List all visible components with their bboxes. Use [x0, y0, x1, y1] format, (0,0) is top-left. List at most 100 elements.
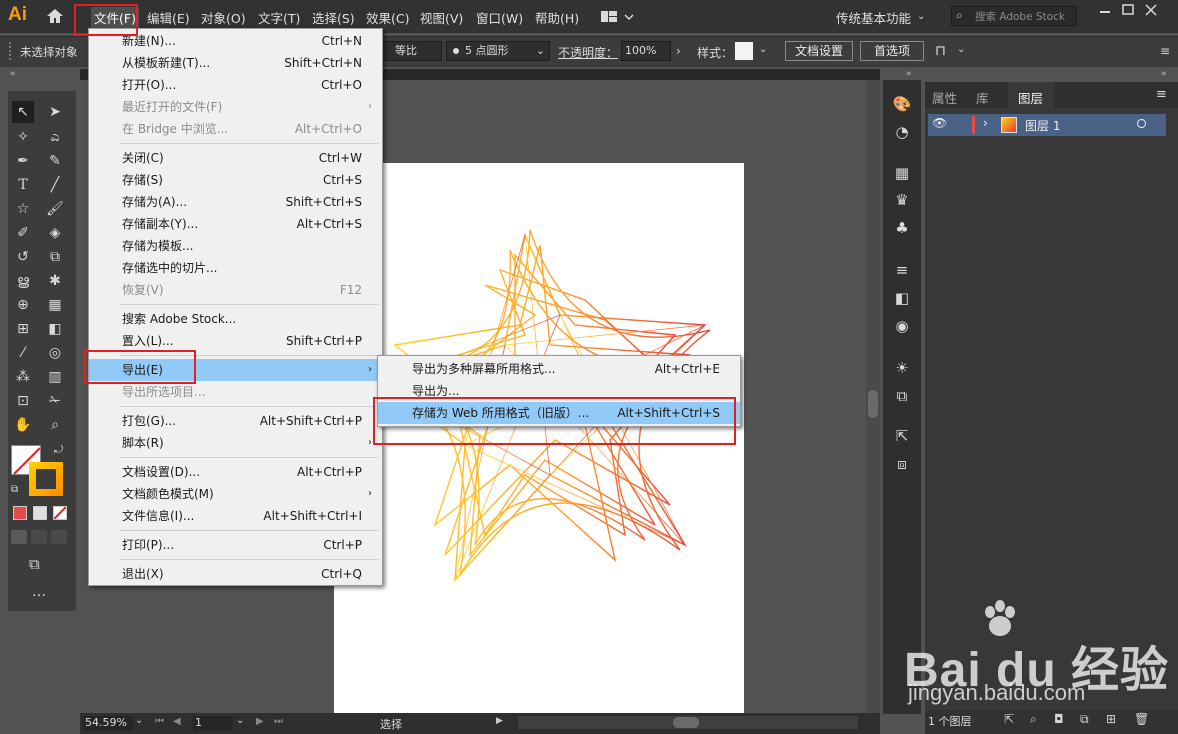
menu-help[interactable]: 帮助(H) — [535, 8, 579, 27]
menu-item-save-template[interactable]: 存储为模板... — [89, 235, 382, 257]
chevron-down-icon[interactable]: ⌄ — [135, 715, 143, 726]
collapse-panel-icon[interactable]: « — [1161, 69, 1167, 79]
target-circle-icon[interactable] — [1137, 119, 1146, 128]
menu-item-document-setup[interactable]: 文档设置(D)... Alt+Ctrl+P — [89, 461, 382, 483]
collapse-right-icon[interactable]: » — [906, 69, 912, 79]
layer-name[interactable]: 图层 1 — [1025, 117, 1060, 134]
symbols-icon[interactable]: ♣ — [892, 218, 912, 238]
menu-window[interactable]: 窗口(W) — [476, 8, 523, 27]
menu-item-export-selection[interactable]: 导出所选项目... — [89, 381, 382, 403]
warp-tool-icon[interactable]: ൠ — [12, 270, 34, 292]
chevron-down-icon[interactable]: ⌄ — [917, 11, 925, 22]
shape-builder-tool-icon[interactable]: ⊕ — [12, 294, 34, 316]
mesh-tool-icon[interactable]: ⊞ — [12, 318, 34, 340]
line-tool-icon[interactable]: ╱ — [44, 174, 66, 196]
menu-select[interactable]: 选择(S) — [312, 8, 355, 27]
menu-item-search-stock[interactable]: 搜索 Adobe Stock... — [89, 308, 382, 330]
pen-tool-icon[interactable]: ✒ — [12, 150, 34, 172]
perspective-grid-tool-icon[interactable]: ▦ — [44, 294, 66, 316]
menu-object[interactable]: 对象(O) — [201, 8, 246, 27]
more-tools-icon[interactable]: … — [32, 584, 46, 600]
draw-normal-icon[interactable] — [11, 530, 27, 544]
menu-item-print[interactable]: 打印(P)... Ctrl+P — [89, 534, 382, 556]
color-guide-icon[interactable]: ◔ — [892, 122, 912, 142]
stroke-scale-dropdown[interactable]: 等比 — [380, 41, 442, 61]
menu-view[interactable]: 视图(V) — [420, 8, 463, 27]
menu-item-save-slices[interactable]: 存储选中的切片... — [89, 257, 382, 279]
delete-layer-icon[interactable]: 🗑 — [1134, 712, 1149, 726]
menu-item-revert[interactable]: 恢复(V) F12 — [89, 279, 382, 301]
scale-tool-icon[interactable]: ⧉ — [44, 246, 66, 268]
zoom-tool-icon[interactable]: ⌕ — [44, 414, 66, 436]
blend-tool-icon[interactable]: ◎ — [44, 342, 66, 364]
new-sublayer-icon[interactable]: ⧉ — [1080, 712, 1089, 727]
menu-type[interactable]: 文字(T) — [258, 8, 300, 27]
first-artboard-icon[interactable]: ⏮ — [155, 716, 164, 727]
layer-row[interactable]: 👁 › 图层 1 — [928, 114, 1166, 136]
hand-tool-icon[interactable]: ✋ — [12, 414, 34, 436]
swap-fill-stroke-icon[interactable]: ⤾ — [54, 443, 63, 457]
close-button[interactable] — [1142, 2, 1160, 18]
menu-item-color-mode[interactable]: 文档颜色模式(M) › — [89, 483, 382, 505]
shaper-tool-icon[interactable]: ✐ — [12, 222, 34, 244]
last-artboard-icon[interactable]: ⏭ — [274, 716, 283, 727]
default-fill-stroke-icon[interactable]: ⧉ — [11, 484, 18, 495]
horizontal-scrollbar[interactable] — [518, 716, 858, 729]
puppet-warp-tool-icon[interactable]: ✱ — [44, 270, 66, 292]
menu-item-package[interactable]: 打包(G)... Alt+Shift+Ctrl+P — [89, 410, 382, 432]
minimize-button[interactable] — [1096, 2, 1114, 18]
none-mode-icon[interactable] — [53, 506, 67, 520]
maximize-button[interactable] — [1119, 2, 1137, 18]
transparency-panel-icon[interactable]: ◉ — [892, 316, 912, 336]
eraser-tool-icon[interactable]: ◈ — [44, 222, 66, 244]
menu-item-export-screens[interactable]: 导出为多种屏幕所用格式... Alt+Ctrl+E — [378, 358, 740, 380]
menu-item-file-info[interactable]: 文件信息(I)... Alt+Shift+Ctrl+I — [89, 505, 382, 527]
new-layer-icon[interactable]: ⊞ — [1106, 712, 1116, 726]
opacity-label[interactable]: 不透明度： — [558, 44, 618, 61]
status-menu-arrow-icon[interactable]: ▶ — [496, 716, 503, 726]
chevron-down-icon[interactable]: ⌄ — [236, 715, 244, 726]
zoom-input[interactable]: 54.59% — [83, 716, 133, 731]
tab-libraries[interactable]: 库 — [976, 88, 989, 107]
panel-menu-icon[interactable]: ≡ — [1156, 87, 1167, 102]
scroll-thumb[interactable] — [868, 390, 878, 418]
prev-artboard-icon[interactable]: ◀ — [173, 716, 181, 727]
align-icon[interactable]: ⊓ — [935, 43, 946, 59]
brush-dropdown[interactable]: 5 点圆形 ⌄ — [446, 41, 550, 61]
scroll-thumb[interactable] — [673, 717, 699, 728]
gradient-tool-icon[interactable]: ◧ — [44, 318, 66, 340]
slice-tool-icon[interactable]: ✁ — [44, 390, 66, 412]
column-graph-tool-icon[interactable]: ▥ — [44, 366, 66, 388]
symbol-sprayer-tool-icon[interactable]: ⁂ — [12, 366, 34, 388]
appearance-panel-icon[interactable]: ☀ — [892, 358, 912, 378]
menu-item-place[interactable]: 置入(L)... Shift+Ctrl+P — [89, 330, 382, 352]
direct-selection-tool-icon[interactable]: ➤ — [44, 101, 66, 123]
chevron-down-icon[interactable]: ⌄ — [957, 44, 965, 55]
selection-tool-icon[interactable]: ↖ — [12, 101, 34, 123]
expand-chevron-icon[interactable]: › — [983, 116, 988, 130]
draw-inside-icon[interactable] — [51, 530, 67, 544]
artboards-panel-icon[interactable]: ⧈ — [892, 454, 912, 474]
menu-edit[interactable]: 编辑(E) — [147, 8, 190, 27]
chevron-down-icon[interactable]: ⌄ — [759, 44, 767, 55]
rotate-tool-icon[interactable]: ↺ — [12, 246, 34, 268]
export-layer-icon[interactable]: ⇱ — [1004, 712, 1014, 726]
gradient-mode-icon[interactable] — [33, 506, 47, 520]
eyedropper-tool-icon[interactable]: ⁄ — [12, 342, 34, 364]
curvature-tool-icon[interactable]: ✎ — [44, 150, 66, 172]
home-icon[interactable] — [45, 7, 65, 25]
menu-item-new-from-template[interactable]: 从模板新建(T)... Shift+Ctrl+N — [89, 52, 382, 74]
tab-properties[interactable]: 属性 — [932, 88, 957, 107]
magic-wand-tool-icon[interactable]: ✧ — [12, 126, 34, 148]
document-setup-button[interactable]: 文档设置 — [785, 41, 853, 61]
lasso-tool-icon[interactable]: ಎ — [44, 126, 66, 148]
stroke-panel-icon[interactable]: ≡ — [892, 260, 912, 280]
type-tool-icon[interactable]: T — [12, 174, 34, 196]
star-tool-icon[interactable]: ☆ — [12, 198, 34, 220]
export-assets-icon[interactable]: ⇱ — [892, 426, 912, 446]
locate-object-icon[interactable]: ⌕ — [1030, 712, 1037, 727]
collapse-left-icon[interactable]: « — [10, 69, 16, 79]
menu-item-save-copy[interactable]: 存储副本(Y)... Alt+Ctrl+S — [89, 213, 382, 235]
graphic-styles-icon[interactable]: ⧉ — [892, 386, 912, 406]
style-swatch[interactable] — [735, 42, 753, 60]
